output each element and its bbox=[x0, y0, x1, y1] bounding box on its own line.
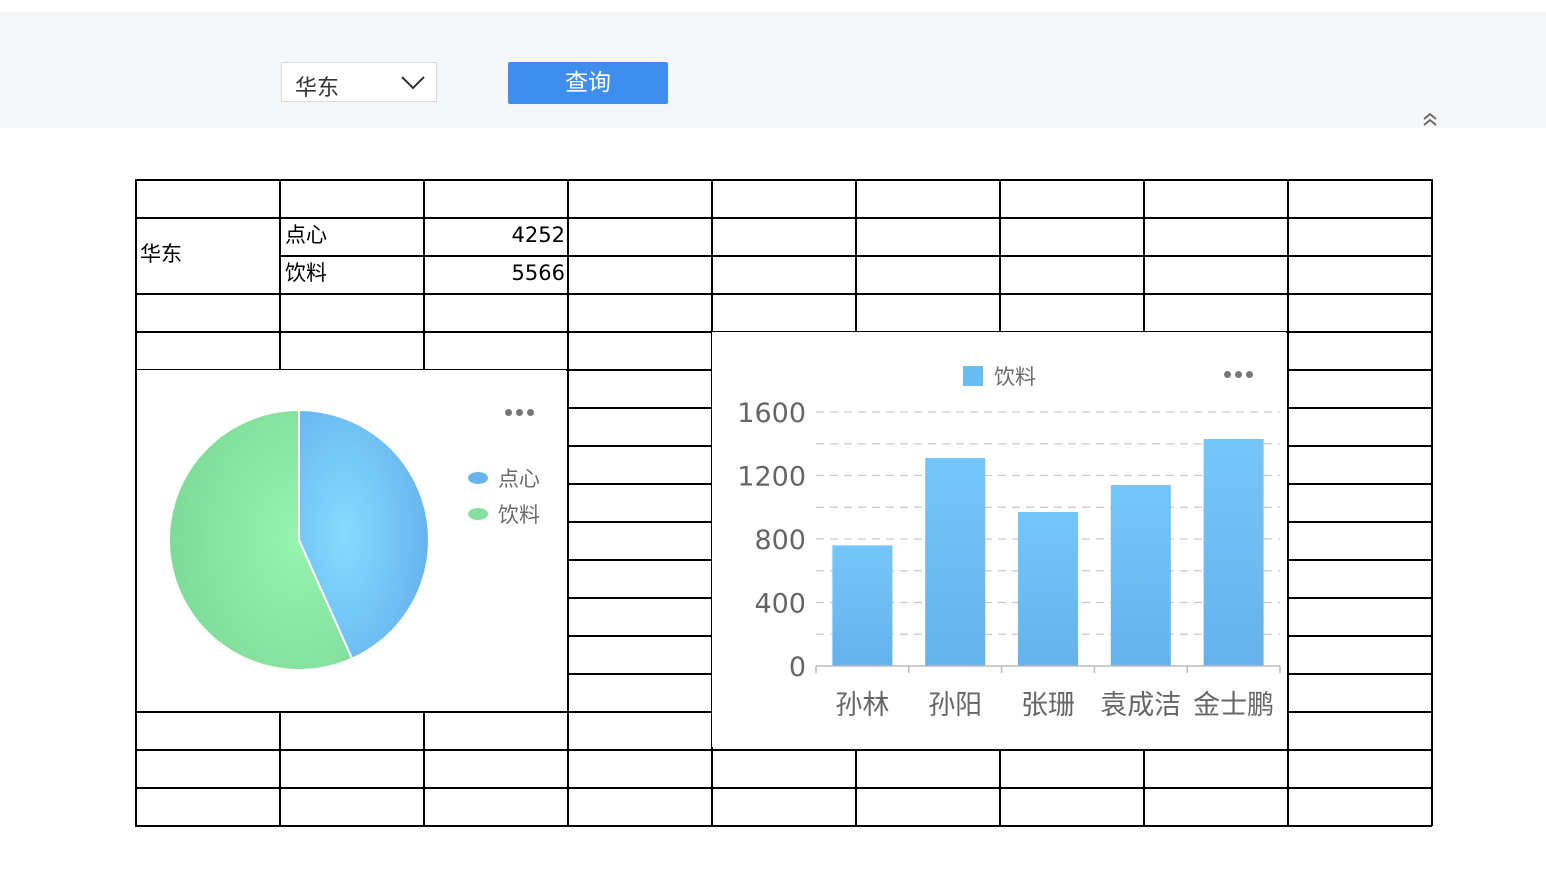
region-cell: 华东 bbox=[140, 242, 182, 266]
grid-line bbox=[1287, 445, 1432, 447]
bar bbox=[1203, 438, 1264, 666]
x-tick-label: 孙阳 bbox=[928, 690, 982, 721]
legend-label: 饮料 bbox=[498, 503, 540, 527]
grid-line bbox=[1287, 673, 1432, 675]
bar bbox=[1018, 512, 1078, 666]
legend-marker bbox=[468, 508, 488, 520]
y-tick-label: 1200 bbox=[737, 462, 806, 493]
grid-line bbox=[1287, 483, 1432, 485]
grid-line bbox=[1287, 597, 1432, 599]
legend-label: 饮料 bbox=[994, 365, 1036, 389]
grid-line bbox=[567, 483, 711, 485]
grid-line bbox=[1287, 635, 1432, 637]
x-tick-label: 金士鹏 bbox=[1193, 690, 1274, 721]
grid-line bbox=[135, 293, 1432, 295]
grid-line bbox=[1287, 711, 1432, 713]
collapse-up-icon[interactable] bbox=[1420, 112, 1440, 128]
grid-line bbox=[567, 635, 711, 637]
category-cell: 饮料 bbox=[285, 261, 327, 285]
region-select-value: 华东 bbox=[295, 76, 340, 101]
grid-line bbox=[279, 711, 281, 826]
grid-line bbox=[1287, 559, 1432, 561]
bar-svg: 0 400 800 1200 1600 孙林 孙阳 张珊 袁成洁 金士鹏 饮料 bbox=[737, 365, 1281, 721]
grid-line bbox=[135, 217, 1432, 219]
y-tick-label: 800 bbox=[754, 525, 806, 556]
grid-line bbox=[567, 559, 711, 561]
x-tick-label: 孙林 bbox=[835, 690, 889, 721]
y-tick-label: 0 bbox=[789, 652, 806, 683]
bar bbox=[925, 458, 986, 666]
grid-line bbox=[1143, 179, 1145, 331]
grid-line bbox=[567, 673, 711, 675]
legend-label: 点心 bbox=[498, 467, 540, 491]
chevron-down-icon bbox=[401, 76, 425, 90]
grid-line bbox=[1431, 179, 1433, 826]
value-cell: 5566 bbox=[511, 261, 565, 285]
grid-line bbox=[1143, 749, 1145, 826]
query-button[interactable]: 查询 bbox=[508, 62, 668, 104]
region-select[interactable]: 华东 bbox=[281, 62, 437, 102]
grid-line bbox=[855, 749, 857, 826]
grid-line bbox=[135, 749, 1432, 751]
grid-line bbox=[567, 597, 711, 599]
grid-line bbox=[567, 521, 711, 523]
grid-line bbox=[999, 749, 1001, 826]
y-tick-label: 400 bbox=[754, 589, 806, 620]
category-cell: 点心 bbox=[285, 223, 327, 247]
x-tick-label: 袁成洁 bbox=[1100, 690, 1181, 721]
bar bbox=[832, 545, 893, 666]
legend-marker bbox=[468, 472, 488, 484]
value-cell: 4252 bbox=[511, 223, 565, 247]
grid-line bbox=[567, 407, 711, 409]
grid-line bbox=[855, 179, 857, 331]
pie-svg: 点心饮料 bbox=[168, 408, 540, 671]
grid-line bbox=[1287, 407, 1432, 409]
y-tick-label: 1600 bbox=[737, 398, 806, 429]
grid-line bbox=[279, 179, 281, 369]
grid-line bbox=[1287, 521, 1432, 523]
grid-line bbox=[135, 787, 1432, 789]
grid-line bbox=[135, 179, 1432, 181]
bar bbox=[1110, 485, 1171, 666]
grid-line bbox=[1287, 179, 1289, 826]
x-tick-label: 张珊 bbox=[1021, 690, 1075, 721]
grid-line bbox=[999, 179, 1001, 331]
grid-line bbox=[135, 825, 1432, 827]
filter-toolbar bbox=[0, 12, 1546, 128]
pie-chart: 点心 饮料 bbox=[137, 370, 566, 710]
legend-marker bbox=[963, 366, 983, 386]
bar-chart: 0 400 800 1200 1600 孙林 孙阳 张珊 袁成洁 金士鹏 饮料 bbox=[712, 332, 1286, 747]
grid-line bbox=[423, 711, 425, 826]
grid-line bbox=[567, 179, 569, 826]
grid-line bbox=[567, 445, 711, 447]
grid-line bbox=[1287, 369, 1432, 371]
